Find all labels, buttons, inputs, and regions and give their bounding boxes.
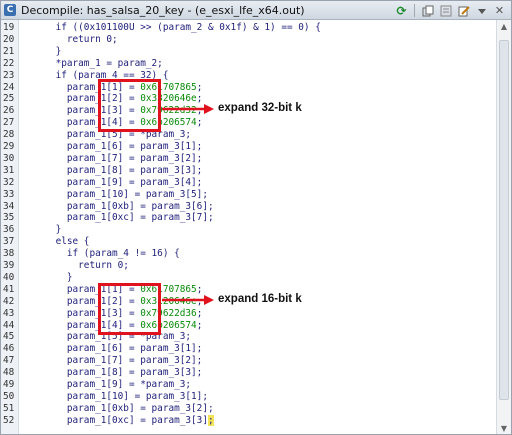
code-listing[interactable]: 19 if ((0x101100U >> (param_2 & 0x1f) & … [1,20,497,434]
code-text: param_1[0xc] = param_3[3] [33,414,208,426]
code-text: param_1[10] = param_3[1]; [33,390,208,402]
copy-icon[interactable] [420,3,435,18]
code-text: ; [196,81,203,93]
code-text: param_1[9] = *param_3; [33,379,192,390]
code-text: } [33,271,73,283]
code-text: ; [196,117,203,129]
code-text: param_1[10] = param_3[5]; [33,188,208,200]
code-text: else { [33,236,90,248]
decompile-window: C Decompile: has_salsa_20_key - (e_esxi_… [0,0,512,435]
code-text: param_1[7] = param_3[2]; [33,355,203,367]
line-number: 52 [3,414,15,426]
highlight-box-32bit [98,79,161,132]
scrollbar-thumb[interactable] [499,40,509,400]
close-icon[interactable]: ✕ [492,3,507,18]
code-text: param_1[9] = param_3[4]; [33,176,203,188]
refresh-icon[interactable]: ⟳ [394,3,409,18]
code-text: if ((0x101100U >> (param_2 & 0x1f) & 1) … [33,22,321,33]
code-text: } [33,45,62,57]
title-bar: C Decompile: has_salsa_20_key - (e_esxi_… [1,1,511,20]
code-text: param_1[8] = param_3[3]; [33,367,203,379]
code-text: param_1[6] = param_3[1]; [33,141,203,152]
code-text: ; [196,307,203,319]
text-cursor: ; [207,414,214,426]
snapshot-icon[interactable] [438,3,453,18]
annotation-expand-16bit: expand 16-bit k [218,293,302,305]
highlight-box-16bit [98,283,161,335]
code-text: param_1[8] = param_3[3]; [33,164,203,176]
code-text: ; [196,283,203,295]
code-text: param_1[7] = param_3[2]; [33,152,203,164]
arrow-icon-32bit [162,104,214,114]
code-text: return 0; [33,33,118,45]
scroll-up-icon[interactable]: ▲ [497,20,511,32]
edit-icon[interactable] [456,3,471,18]
code-text: return 0; [33,260,129,271]
code-text: if (param_4 != 16) { [33,248,180,260]
code-text: } [33,224,62,236]
vertical-scrollbar[interactable]: ▲ ▼ [496,20,511,434]
code-text: param_1[0xb] = param_3[6]; [33,200,214,212]
decompiler-app-icon: C [4,4,16,16]
toolbar-divider [414,4,415,17]
code-line[interactable]: 52 param_1[0xc] = param_3[3]; [1,414,214,427]
code-text: ; [196,319,203,331]
code-text: *param_1 = param_2; [33,57,163,69]
scroll-down-icon[interactable]: ▼ [497,422,511,434]
code-text: param_1[0xb] = param_3[2]; [33,402,214,414]
arrow-icon-16bit [162,295,214,305]
code-text: param_1[6] = param_3[1]; [33,343,203,355]
window-title: Decompile: has_salsa_20_key - (e_esxi_lf… [21,3,305,17]
code-text: ; [196,93,203,105]
annotation-expand-32bit: expand 32-bit k [218,102,302,114]
code-text: param_1[0xc] = param_3[7]; [33,212,214,224]
menu-icon[interactable] [474,3,489,18]
toolbar: ⟳ ✕ [394,3,507,18]
